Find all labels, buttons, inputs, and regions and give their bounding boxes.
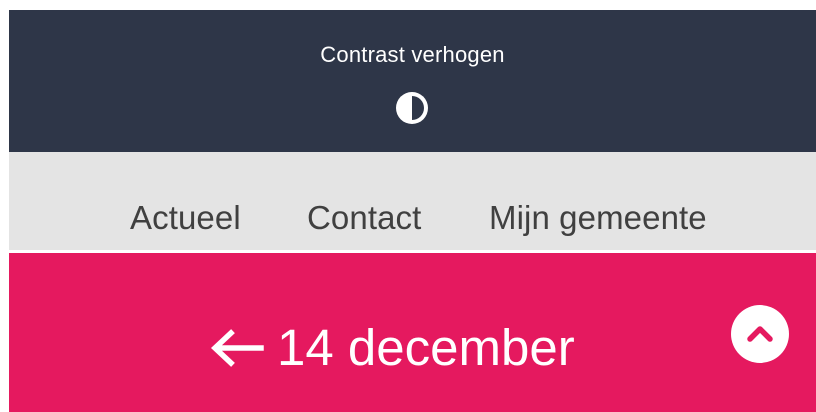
contrast-toggle-button[interactable]: Contrast verhogen: [9, 10, 816, 152]
back-link-label: 14 december: [277, 319, 575, 376]
top-bar: Contrast verhogen: [9, 10, 816, 152]
nav-item-mijn-gemeente[interactable]: Mijn gemeente: [489, 198, 707, 238]
back-link[interactable]: 14 december: [209, 319, 575, 377]
main-navigation: Actueel Contact Mijn gemeente: [9, 152, 816, 250]
date-banner: 14 december: [9, 253, 816, 412]
nav-item-actueel[interactable]: Actueel: [130, 198, 241, 238]
arrow-left-icon: [210, 329, 264, 367]
nav-item-contact[interactable]: Contact: [307, 198, 421, 238]
page-frame: Contrast verhogen Actueel Contact Mijn g…: [9, 10, 816, 412]
contrast-icon: [396, 92, 428, 124]
scroll-to-top-button[interactable]: [731, 305, 789, 363]
contrast-label: Contrast verhogen: [320, 42, 505, 67]
chevron-up-icon: [747, 326, 773, 342]
